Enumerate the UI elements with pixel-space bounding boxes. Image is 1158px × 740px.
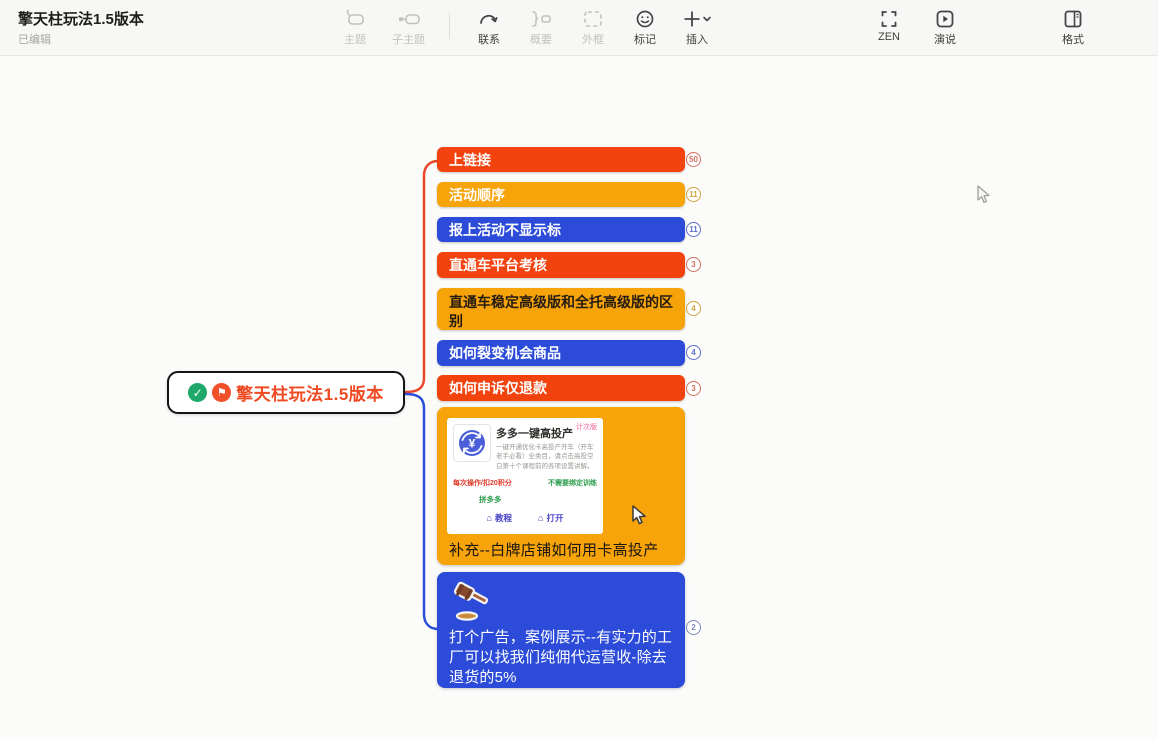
insert-button[interactable]: 插入 [682, 9, 712, 47]
card-open-link[interactable]: ⌂ 打开 [538, 512, 563, 524]
app-header: 擎天柱玩法1.5版本 已编辑 主题 子主题 [0, 0, 1158, 56]
yuan-sync-icon: ¥ [453, 424, 491, 462]
root-topic[interactable]: ✓ ⚑ 擎天柱玩法1.5版本 [167, 371, 405, 414]
subtopic-icon [397, 9, 421, 29]
branch-label: 如何申诉仅退款 [449, 378, 547, 398]
gavel-icon [452, 580, 496, 629]
format-label: 格式 [1062, 31, 1084, 47]
relationship-button[interactable]: 联系 [474, 9, 504, 47]
branch-node-ztc-versions[interactable]: 直通车稳定高级版和全托高级版的区别 [437, 288, 685, 330]
boundary-label: 外框 [582, 31, 604, 47]
house-icon: ⌂ [487, 513, 492, 523]
badge-count[interactable]: 11 [686, 222, 701, 237]
summary-icon [529, 9, 553, 29]
badge-count[interactable]: 50 [686, 152, 701, 167]
card-platform: 拼多多 [479, 494, 597, 505]
badge-count[interactable]: 3 [686, 381, 701, 396]
relationship-label: 联系 [478, 31, 500, 47]
branch-node-supplement[interactable]: ¥ 多多一键高投产 一键开通优化卡高投产开车（开车老手必看）全类目，请点击高投空… [437, 407, 685, 565]
house-icon: ⌂ [538, 513, 543, 523]
branch-node-ztc-check[interactable]: 直通车平台考核 [437, 252, 685, 278]
badge-count[interactable]: 3 [686, 257, 701, 272]
card-edition-tag: 计次版 [576, 422, 597, 432]
branch-node-activity-nolabel[interactable]: 报上活动不显示标 [437, 217, 685, 242]
zen-label: ZEN [878, 31, 900, 43]
embedded-screenshot-card: ¥ 多多一键高投产 一键开通优化卡高投产开车（开车老手必看）全类目，请点击高投空… [447, 418, 603, 534]
zen-brackets-icon [878, 9, 900, 29]
card-link-label: 打开 [546, 512, 563, 524]
marker-label: 标记 [634, 31, 656, 47]
marker-button[interactable]: 标记 [630, 9, 660, 47]
summary-label: 概要 [530, 31, 552, 47]
main-toolbar: 主题 子主题 联系 [340, 9, 712, 47]
branch-node-ad[interactable]: 打个广告，案例展示--有实力的工厂可以找我们纯佣代运营收-除去退货的5% [437, 572, 685, 688]
zen-button[interactable]: ZEN [874, 9, 904, 43]
card-header: ¥ 多多一键高投产 一键开通优化卡高投产开车（开车老手必看）全类目，请点击高投空… [453, 424, 597, 471]
insert-plus-icon [682, 9, 712, 29]
card-cost-note: 每次操作/扣20积分 [453, 478, 512, 488]
badge-count[interactable]: 11 [686, 187, 701, 202]
card-links: ⌂ 教程 ⌂ 打开 [453, 512, 597, 524]
topic-icon [344, 9, 366, 29]
card-link-label: 教程 [495, 512, 512, 524]
flag-marker-icon[interactable]: ⚑ [212, 383, 231, 402]
badge-count[interactable]: 4 [686, 345, 701, 360]
branch-label: 补充--白牌店铺如何用卡高投产 [449, 539, 673, 560]
mouse-cursor-ghost [976, 185, 992, 210]
badge-count[interactable]: 4 [686, 301, 701, 316]
card-description: 一键开通优化卡高投产开车（开车老手必看）全类目，请点击高投空白第十个课程前的各项… [496, 443, 597, 471]
boundary-icon [582, 9, 604, 29]
branch-label: 如何裂变机会商品 [449, 343, 561, 363]
subtopic-button[interactable]: 子主题 [392, 9, 425, 47]
branch-node-split-product[interactable]: 如何裂变机会商品 [437, 340, 685, 366]
mouse-cursor [631, 505, 648, 531]
marker-smiley-icon [634, 9, 656, 29]
branch-node-activity-order[interactable]: 活动顺序 [437, 182, 685, 207]
boundary-button[interactable]: 外框 [578, 9, 608, 47]
svg-text:¥: ¥ [469, 437, 476, 451]
branch-node-link[interactable]: 上链接 [437, 147, 685, 172]
branch-label: 上链接 [449, 150, 491, 170]
subtopic-label: 子主题 [392, 31, 425, 47]
root-topic-label: 擎天柱玩法1.5版本 [236, 380, 384, 405]
badge-count[interactable]: 2 [686, 620, 701, 635]
branch-label: 直通车平台考核 [449, 255, 547, 275]
check-marker-icon[interactable]: ✓ [188, 383, 207, 402]
right-toolbar: ZEN 演说 格式 [874, 9, 1158, 47]
play-icon [934, 9, 956, 29]
present-label: 演说 [934, 31, 956, 47]
format-button[interactable]: 格式 [1058, 9, 1088, 47]
topic-label: 主题 [344, 31, 366, 47]
card-notes-row: 每次操作/扣20积分 不需要绑定训练 [453, 478, 597, 488]
branch-node-appeal-refund[interactable]: 如何申诉仅退款 [437, 375, 685, 401]
mindmap-canvas[interactable]: ✓ ⚑ 擎天柱玩法1.5版本 上链接 活动顺序 报上活动不显示标 直通车平台考核… [0, 0, 1158, 740]
document-title[interactable]: 擎天柱玩法1.5版本 [18, 9, 340, 30]
present-button[interactable]: 演说 [930, 9, 960, 47]
summary-button[interactable]: 概要 [526, 9, 556, 47]
toolbar-divider [449, 13, 450, 39]
branch-label: 直通车稳定高级版和全托高级版的区别 [449, 293, 673, 331]
format-panel-icon [1062, 9, 1084, 29]
topic-button[interactable]: 主题 [340, 9, 370, 47]
branch-label: 活动顺序 [449, 185, 505, 205]
branch-label: 报上活动不显示标 [449, 220, 561, 240]
document-info: 擎天柱玩法1.5版本 已编辑 [0, 9, 340, 47]
card-tutorial-link[interactable]: ⌂ 教程 [487, 512, 512, 524]
document-status: 已编辑 [18, 31, 340, 47]
relationship-icon [478, 9, 500, 29]
branch-label: 打个广告，案例展示--有实力的工厂可以找我们纯佣代运营收-除去退货的5% [449, 628, 679, 687]
insert-label: 插入 [686, 31, 708, 47]
card-train-note: 不需要绑定训练 [548, 478, 597, 488]
